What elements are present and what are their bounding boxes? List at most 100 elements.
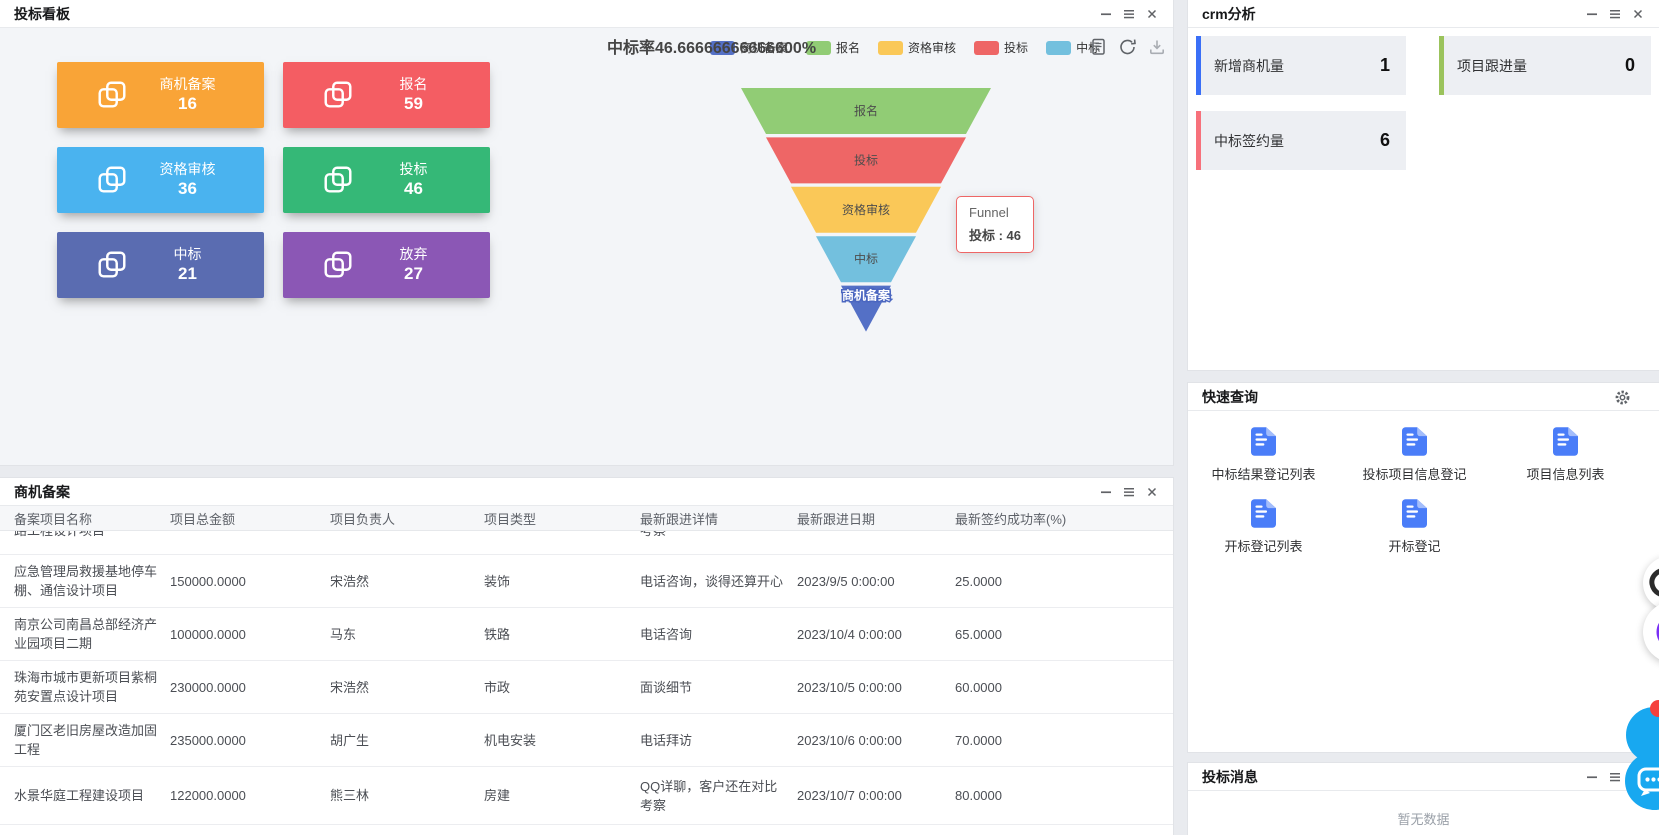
table-row-4[interactable]: 水景华庭工程建设项目122000.0000熊三林房建QQ详聊，客户还在对比考察2… [0, 767, 1173, 825]
menu-icon[interactable] [1122, 485, 1136, 499]
close-icon[interactable] [1631, 7, 1645, 21]
empty-state-text: 暂无数据 [1188, 791, 1659, 828]
download-icon[interactable] [1148, 38, 1166, 56]
gear-icon[interactable] [1614, 389, 1631, 406]
minimize-icon[interactable] [1585, 770, 1599, 784]
purple-ring-icon [1652, 610, 1659, 654]
quick-link-label: 开标登记列表 [1224, 536, 1302, 555]
cell-date: 2023/10/7 0:00:00 [797, 786, 955, 805]
funnel-label: 投标 [854, 152, 878, 167]
column-header-4: 最新跟进详情 [640, 509, 797, 528]
cell-detail: 面谈细节 [640, 678, 797, 697]
stat-card-0[interactable]: 商机备案16 [57, 62, 264, 128]
document-icon [1251, 427, 1276, 456]
column-header-2: 项目负责人 [330, 509, 484, 528]
document-icon [1402, 427, 1427, 456]
cell-owner: 宋浩然 [330, 572, 484, 591]
cell-rate: 60.0000 [955, 678, 1095, 697]
cell-name: 珠海市城市更新项目紫桐苑安置点设计项目 [14, 668, 170, 706]
document-icon [1251, 499, 1276, 528]
legend-item-2[interactable]: 资格审核 [878, 39, 956, 56]
quick-query-links: 中标结果登记列表 投标项目信息登记 项目信息列表开标登记列表 开标登记 [1188, 411, 1659, 555]
crm-card-value: 6 [1380, 130, 1390, 151]
cell-amount: 150000.0000 [170, 572, 330, 591]
tooltip-value-line: 投标 : 46 [969, 225, 1021, 244]
crm-card-label: 新增商机量 [1214, 56, 1284, 76]
menu-icon[interactable] [1608, 7, 1622, 21]
column-header-6: 最新签约成功率(%) [955, 509, 1095, 528]
quick-link-label: 投标项目信息登记 [1362, 464, 1466, 483]
crm-card-value: 0 [1625, 55, 1635, 76]
quick-link-3[interactable]: 开标登记列表 [1224, 499, 1302, 555]
cell-owner: 宋浩然 [330, 678, 484, 697]
cell-rate: 80.0000 [955, 786, 1095, 805]
table-row-1[interactable]: 南京公司南昌总部经济产业园项目二期100000.0000马东铁路电话咨询2023… [0, 608, 1173, 661]
stat-card-1[interactable]: 报名59 [283, 62, 490, 128]
chart-toolbox [1090, 38, 1166, 56]
cell-detail: 电话咨询，谈得还算开心 [640, 572, 797, 591]
panel-title: 快速查询 [1202, 387, 1258, 407]
quick-link-1[interactable]: 投标项目信息登记 [1362, 427, 1466, 483]
table-body: 应急管理局救援基地停车棚、通信设计项目150000.0000宋浩然装饰电话咨询，… [0, 555, 1173, 825]
table-row-clipped[interactable]: 路工程设计项目考察 [0, 531, 1173, 555]
quick-link-label: 中标结果登记列表 [1211, 464, 1315, 483]
minimize-icon[interactable] [1099, 7, 1113, 21]
tooltip-series-name: Funnel [969, 205, 1021, 220]
window-controls [1099, 485, 1159, 499]
close-icon[interactable] [1145, 485, 1159, 499]
column-header-5: 最新跟进日期 [797, 509, 955, 528]
chart-title: 中标率46.66666666666600% [607, 34, 816, 58]
cell-date: 2023/10/4 0:00:00 [797, 625, 955, 644]
quick-link-4[interactable]: 开标登记 [1388, 499, 1440, 555]
table-row-0[interactable]: 应急管理局救援基地停车棚、通信设计项目150000.0000宋浩然装饰电话咨询，… [0, 555, 1173, 608]
floating-plugin-button[interactable] [1643, 556, 1659, 610]
plugin-glyph-icon [1643, 556, 1659, 610]
document-icon [1553, 427, 1578, 456]
stat-card-value: 46 [355, 178, 472, 199]
stat-card-2[interactable]: 资格审核36 [57, 147, 264, 213]
legend-item-3[interactable]: 投标 [974, 39, 1028, 56]
funnel-label: 报名 [854, 103, 878, 118]
cell-detail: 电话咨询 [640, 625, 797, 644]
stat-card-value: 16 [129, 93, 246, 114]
table-row-2[interactable]: 珠海市城市更新项目紫桐苑安置点设计项目230000.0000宋浩然市政面谈细节2… [0, 661, 1173, 714]
view-data-icon[interactable] [1090, 38, 1107, 56]
window-controls [1099, 7, 1159, 21]
stacked-squares-icon [95, 163, 129, 197]
table-row-3[interactable]: 厦门区老旧房屋改造加固工程235000.0000胡广生机电安装电话拜访2023/… [0, 714, 1173, 767]
quick-link-2[interactable]: 项目信息列表 [1526, 427, 1604, 483]
close-icon[interactable] [1145, 7, 1159, 21]
crm-card-1[interactable]: 项目跟进量 0 [1439, 36, 1651, 95]
crm-card-0[interactable]: 新增商机量 1 [1196, 36, 1406, 95]
crm-card-value: 1 [1380, 55, 1390, 76]
legend-label: 投标 [1004, 39, 1028, 56]
cell-date: 2023/10/6 0:00:00 [797, 731, 955, 750]
accent-bar [1196, 111, 1201, 170]
stat-card-4[interactable]: 中标21 [57, 232, 264, 298]
stat-card-5[interactable]: 放弃27 [283, 232, 490, 298]
stat-card-value: 36 [129, 178, 246, 199]
cell-name: 应急管理局救援基地停车棚、通信设计项目 [14, 562, 170, 600]
crm-card-2[interactable]: 中标签约量6 [1196, 111, 1406, 170]
refresh-icon[interactable] [1118, 38, 1137, 56]
crm-card-label: 项目跟进量 [1457, 56, 1527, 76]
document-icon [1402, 499, 1427, 528]
floating-chat-button[interactable] [1625, 752, 1659, 810]
opportunity-records-titlebar: 商机备案 [0, 478, 1173, 506]
accent-bar [1439, 36, 1444, 95]
quick-link-0[interactable]: 中标结果登记列表 [1211, 427, 1315, 483]
stacked-squares-icon [321, 163, 355, 197]
menu-icon[interactable] [1608, 770, 1622, 784]
cell-amount: 230000.0000 [170, 678, 330, 697]
cell-amount: 100000.0000 [170, 625, 330, 644]
funnel-label: 中标 [854, 251, 878, 266]
stacked-squares-icon [95, 78, 129, 112]
panel-opportunity-records: 商机备案 备案项目名称项目总金额项目负责人项目类型最新跟进详情最新跟进日期最新签… [0, 478, 1173, 835]
menu-icon[interactable] [1122, 7, 1136, 21]
minimize-icon[interactable] [1099, 485, 1113, 499]
minimize-icon[interactable] [1585, 7, 1599, 21]
stat-card-3[interactable]: 投标46 [283, 147, 490, 213]
stat-card-label: 投标 [355, 161, 472, 179]
cell-rate: 25.0000 [955, 572, 1095, 591]
funnel-label-emphasis: 商机备案 [842, 288, 891, 303]
